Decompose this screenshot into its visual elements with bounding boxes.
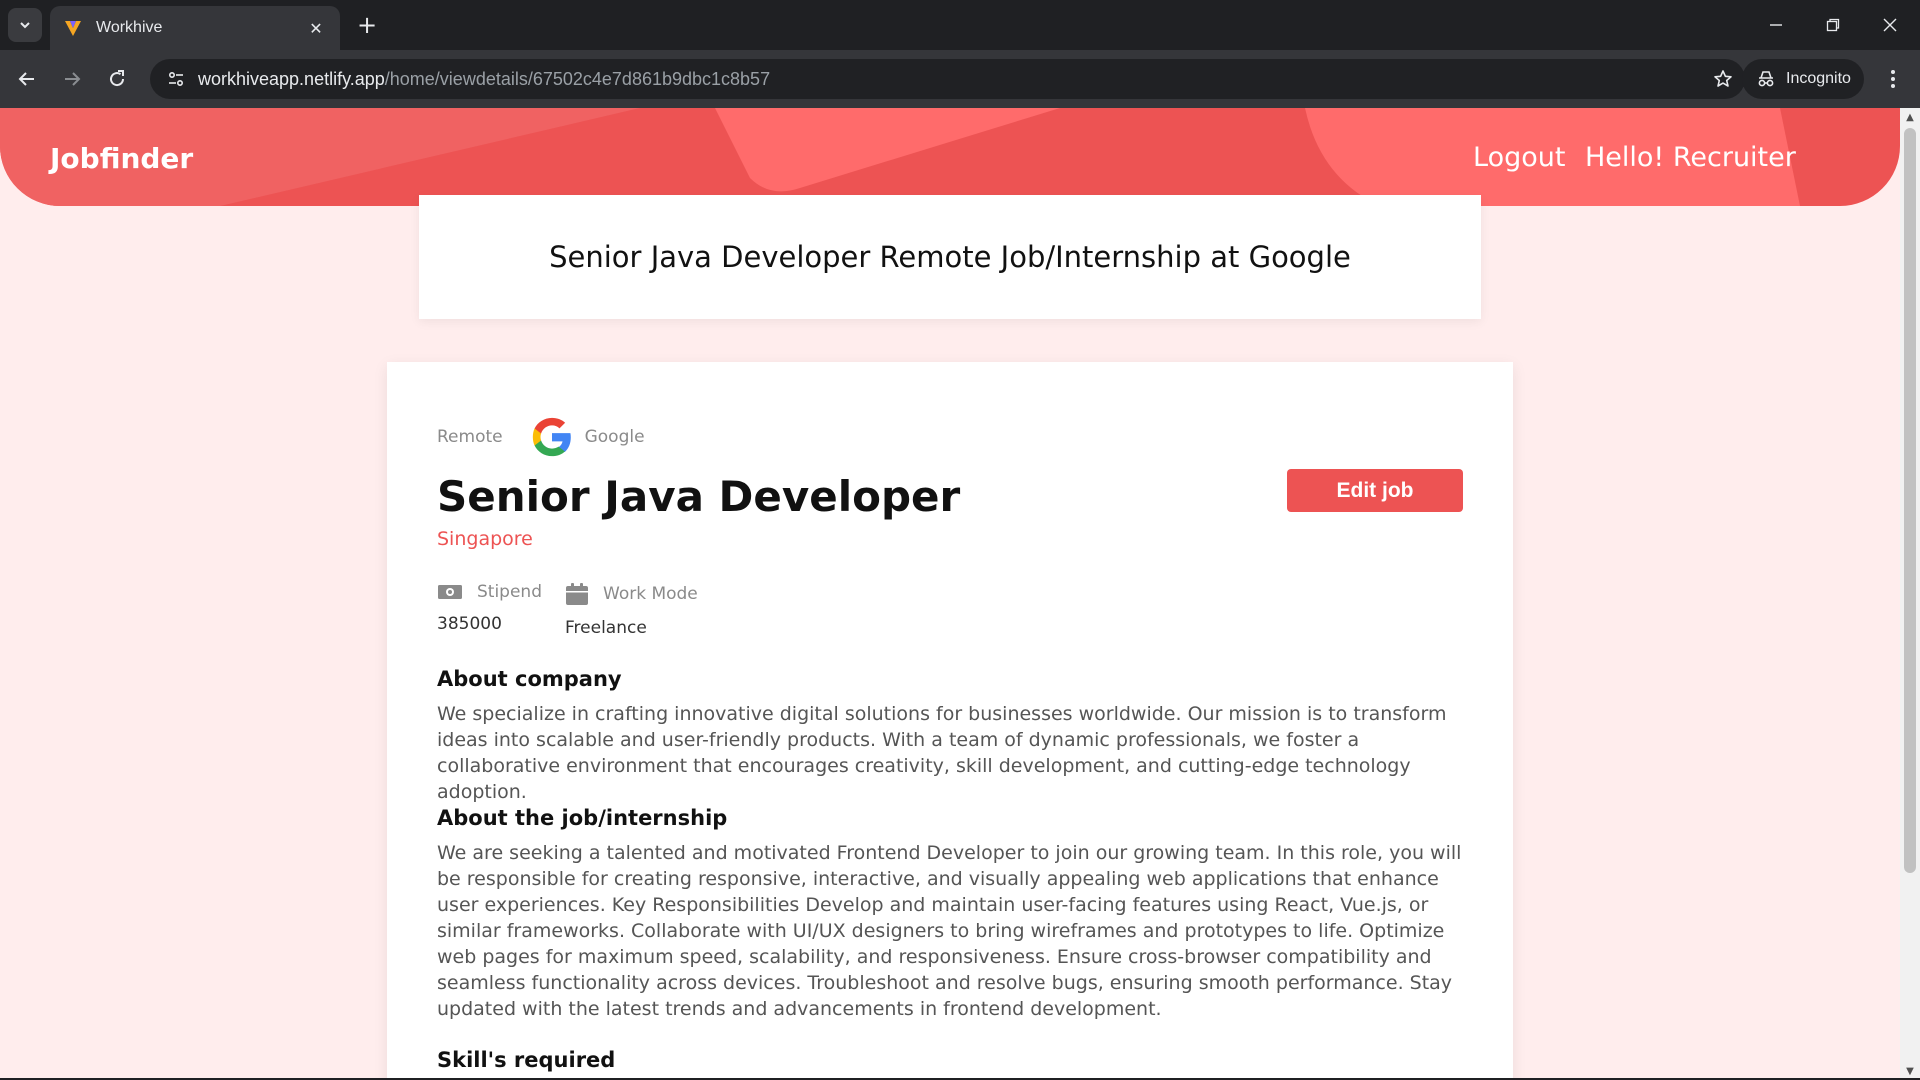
new-tab-button[interactable]: + xyxy=(352,10,382,40)
work-mode-value: Freelance xyxy=(565,618,647,638)
url-path: /home/viewdetails/67502c4e7d861b9dbc1c8b… xyxy=(384,68,771,89)
scroll-up-icon[interactable]: ▲ xyxy=(1900,108,1920,126)
work-mode-info: Work Mode Freelance xyxy=(565,582,698,638)
back-arrow-icon[interactable] xyxy=(10,62,44,96)
stipend-header: Stipend xyxy=(437,582,542,602)
browser-toolbar: workhiveapp.netlify.app/home/viewdetails… xyxy=(0,50,1920,108)
incognito-badge[interactable]: Incognito xyxy=(1742,59,1864,99)
job-type: Remote xyxy=(437,427,503,447)
calendar-icon xyxy=(565,582,589,606)
close-window-icon[interactable] xyxy=(1872,10,1908,40)
incognito-icon xyxy=(1756,70,1776,88)
edit-job-button[interactable]: Edit job xyxy=(1287,469,1463,512)
browser-tab[interactable]: Workhive ✕ xyxy=(50,6,340,50)
work-mode-header: Work Mode xyxy=(565,582,698,606)
greeting-text: Hello! Recruiter xyxy=(1585,142,1796,173)
site-header: Jobfinder Logout Hello! Recruiter xyxy=(0,108,1900,206)
job-location: Singapore xyxy=(437,528,533,550)
logout-link[interactable]: Logout xyxy=(1473,142,1565,173)
stipend-value: 385000 xyxy=(437,614,502,634)
skills-heading: Skill's required xyxy=(437,1048,616,1072)
tab-title: Workhive xyxy=(96,19,163,36)
url-host: workhiveapp.netlify.app xyxy=(198,68,385,89)
forward-arrow-icon[interactable] xyxy=(55,62,89,96)
browser-tab-bar: Workhive ✕ + xyxy=(0,0,1920,50)
more-menu-icon[interactable] xyxy=(1876,62,1910,96)
incognito-label: Incognito xyxy=(1786,70,1851,87)
page-title-card: Senior Java Developer Remote Job/Interns… xyxy=(419,195,1481,319)
stipend-info: Stipend 385000 xyxy=(437,582,542,634)
about-company-text: We specialize in crafting innovative dig… xyxy=(437,703,1447,803)
minimize-icon[interactable] xyxy=(1758,10,1794,40)
page-title: Senior Java Developer Remote Job/Interns… xyxy=(549,240,1351,274)
money-icon xyxy=(437,583,463,601)
page-scrollbar[interactable]: ▲ ▼ xyxy=(1900,108,1920,1080)
brand-logo[interactable]: Jobfinder xyxy=(50,142,193,175)
google-logo-icon xyxy=(529,414,575,460)
chevron-down-icon xyxy=(20,22,30,29)
scrollbar-thumb[interactable] xyxy=(1904,128,1916,873)
reload-icon[interactable] xyxy=(100,62,134,96)
workhive-favicon-icon xyxy=(62,17,84,39)
close-tab-icon[interactable]: ✕ xyxy=(304,19,328,38)
about-job-text: We are seeking a talented and motivated … xyxy=(437,842,1462,1020)
stipend-label: Stipend xyxy=(477,582,542,602)
address-bar[interactable]: workhiveapp.netlify.app/home/viewdetails… xyxy=(150,59,1745,99)
tab-search-button[interactable] xyxy=(8,8,42,42)
job-detail-card: Remote Google Senior Java Developer Sing… xyxy=(387,362,1513,1078)
about-company-heading: About company xyxy=(437,667,622,691)
restore-icon[interactable] xyxy=(1815,10,1851,40)
page-viewport: Jobfinder Logout Hello! Recruiter Senior… xyxy=(0,108,1900,1078)
job-title: Senior Java Developer xyxy=(437,472,961,521)
job-meta-row: Remote Google xyxy=(437,414,645,460)
url-text: workhiveapp.netlify.app/home/viewdetails… xyxy=(198,69,770,90)
site-info-icon[interactable] xyxy=(154,59,198,99)
about-job-heading: About the job/internship xyxy=(437,806,728,830)
work-mode-label: Work Mode xyxy=(603,584,698,604)
company-name: Google xyxy=(584,427,645,447)
bookmark-star-icon[interactable] xyxy=(1711,67,1735,91)
